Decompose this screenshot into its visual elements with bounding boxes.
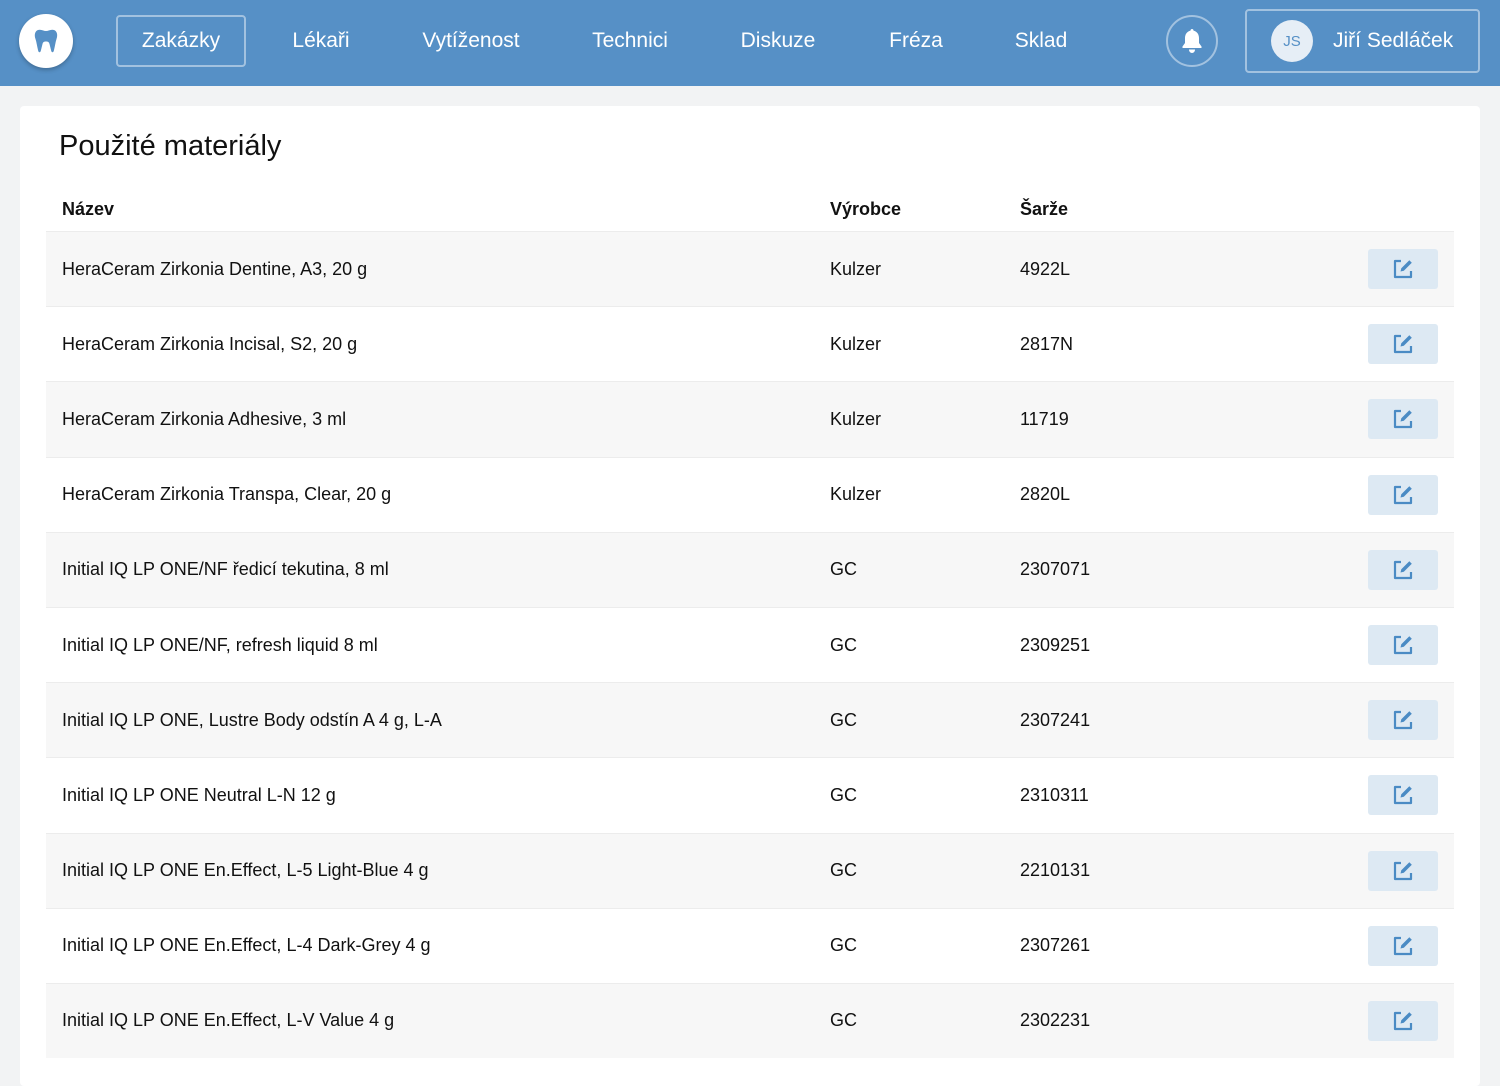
table-row: Initial IQ LP ONE Neutral L-N 12 g GC 2310… [46,757,1454,832]
table-row: HeraCeram Zirkonia Incisal, S2, 20 g Kulz… [46,306,1454,381]
table-row: Initial IQ LP ONE, Lustre Body odstín A … [46,682,1454,758]
edit-button[interactable] [1368,624,1438,665]
materials-card: Použité materiály Název Výrobce Šarže He… [20,106,1480,1086]
app-logo[interactable] [19,14,73,68]
edit-button[interactable] [1368,549,1438,590]
cell-name: HeraCeram Zirkonia Adhesive, 3 ml [62,408,347,429]
edit-button[interactable] [1368,1000,1438,1041]
edit-button[interactable] [1368,775,1438,816]
tooth-icon [34,29,58,53]
user-menu[interactable]: JS Jiří Sedláček [1245,9,1480,73]
edit-icon [1393,485,1413,504]
edit-icon [1393,335,1413,354]
nav-item-lekari[interactable]: Lékaři [260,15,382,67]
cell-batch: 2310311 [1020,784,1089,805]
cell-manufacturer: GC [830,784,857,805]
cell-batch: 2210131 [1020,860,1091,881]
cell-batch: 2307071 [1020,559,1091,580]
cell-manufacturer: GC [830,634,857,655]
cell-name: Initial IQ LP ONE/NF, refresh liquid 8 m… [62,634,378,655]
edit-icon [1393,1011,1413,1030]
avatar: JS [1271,20,1313,62]
cell-name: HeraCeram Zirkonia Transpa, Clear, 20 g [62,484,392,505]
nav-item-freza[interactable]: Fréza [860,15,972,67]
cell-name: Initial IQ LP ONE Neutral L-N 12 g [62,784,336,805]
cell-manufacturer: Kulzer [830,258,882,279]
edit-icon [1393,786,1413,805]
edit-icon [1393,560,1413,579]
edit-button[interactable] [1368,324,1438,365]
edit-icon [1393,861,1413,880]
nav-item-zakazky[interactable]: Zakázky [116,15,246,67]
bell-icon [1182,29,1202,53]
table-row: Initial IQ LP ONE/NF ředicí tekutina, 8 … [46,531,1454,607]
nav-item-vytizenost[interactable]: Vytíženost [404,15,538,67]
cell-name: Initial IQ LP ONE En.Effect, L-4 Dark-Gr… [62,935,431,956]
table-header: Název Výrobce Šarže [46,186,1454,230]
edit-icon [1393,936,1413,955]
edit-button[interactable] [1368,474,1438,515]
column-header-manufacturer: Výrobce [830,199,902,219]
cell-name: Initial IQ LP ONE, Lustre Body odstín A … [62,709,442,730]
cell-manufacturer: GC [830,709,857,730]
edit-button[interactable] [1368,700,1438,741]
cell-batch: 2820L [1020,484,1071,505]
table-row: HeraCeram Zirkonia Adhesive, 3 ml Kulzer 1… [46,381,1454,457]
user-name: Jiří Sedláček [1333,29,1454,52]
table-row: Initial IQ LP ONE En.Effect, L-5 Light-B… [46,832,1454,908]
table-row: Initial IQ LP ONE En.Effect, L-4 Dark-Gr… [46,907,1454,983]
column-header-batch: Šarže [1020,199,1069,219]
edit-button[interactable] [1368,850,1438,891]
column-header-name: Název [62,199,115,219]
cell-manufacturer: Kulzer [830,408,882,429]
cell-manufacturer: Kulzer [830,333,882,354]
notifications-button[interactable] [1166,15,1218,67]
edit-icon [1393,410,1413,429]
cell-batch: 4922L [1020,258,1071,279]
table-row: HeraCeram Zirkonia Dentine, A3, 20 g Kulz… [46,231,1454,307]
cell-name: HeraCeram Zirkonia Dentine, A3, 20 g [62,258,368,279]
materials-table-body: HeraCeram Zirkonia Dentine, A3, 20 g Kulz… [46,231,1454,1059]
cell-batch: 2817N [1020,333,1074,354]
edit-icon [1393,259,1413,279]
cell-batch: 2309251 [1020,634,1091,655]
edit-button[interactable] [1368,249,1438,289]
table-row: Initial IQ LP ONE/NF, refresh liquid 8 m… [46,606,1454,682]
cell-manufacturer: GC [830,860,857,881]
cell-manufacturer: GC [830,1010,857,1031]
cell-manufacturer: Kulzer [830,484,882,505]
cell-manufacturer: GC [830,935,857,956]
cell-name: Initial IQ LP ONE En.Effect, L-5 Light-B… [62,860,429,881]
edit-icon [1393,635,1413,655]
nav-item-sklad[interactable]: Sklad [986,15,1096,67]
edit-icon [1393,711,1413,730]
top-navigation-bar: Zakázky Lékaři Vytíženost Technici Disku… [0,0,1500,86]
cell-name: HeraCeram Zirkonia Incisal, S2, 20 g [62,333,358,354]
edit-button[interactable] [1368,925,1438,966]
cell-batch: 2302231 [1020,1010,1091,1031]
page-title: Použité materiály [59,130,282,162]
table-row: HeraCeram Zirkonia Transpa, Clear, 20 g K… [46,456,1454,532]
nav-item-diskuze[interactable]: Diskuze [716,15,840,67]
nav-item-technici[interactable]: Technici [566,15,694,67]
cell-name: Initial IQ LP ONE/NF ředicí tekutina, 8 … [62,559,389,580]
cell-batch: 2307261 [1020,935,1091,956]
cell-batch: 11719 [1020,408,1069,429]
edit-button[interactable] [1368,399,1438,440]
cell-batch: 2307241 [1020,709,1091,730]
table-row: Initial IQ LP ONE En.Effect, L-V Value 4… [46,982,1454,1059]
cell-manufacturer: GC [830,559,857,580]
cell-name: Initial IQ LP ONE En.Effect, L-V Value 4… [62,1010,395,1031]
